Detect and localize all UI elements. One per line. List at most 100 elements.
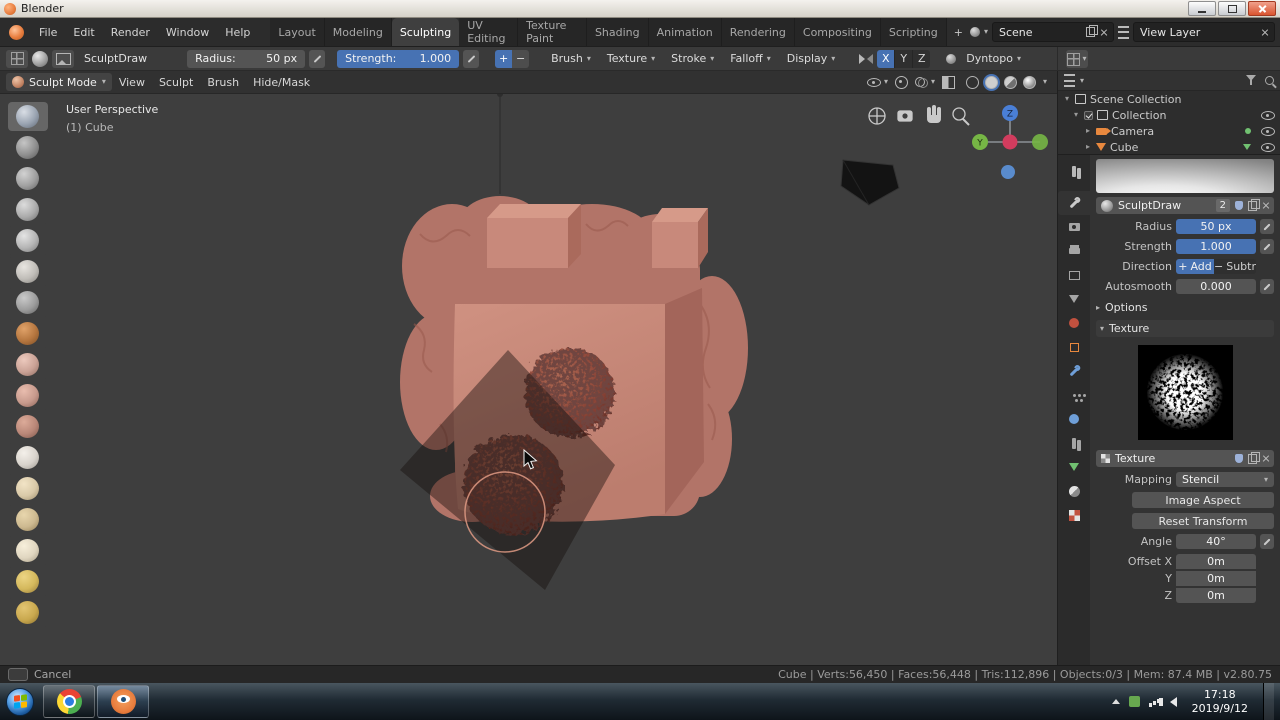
brush-blob-button[interactable] (7, 257, 48, 286)
collection-checkbox[interactable] (1084, 110, 1093, 120)
properties-tab-particles-icon[interactable] (1058, 383, 1090, 407)
properties-tab-render-icon[interactable] (1058, 215, 1090, 239)
brush-pose-button[interactable] (7, 598, 48, 627)
reset-transform-button[interactable]: Reset Transform (1132, 513, 1274, 529)
perspective-grid-icon[interactable] (868, 107, 886, 125)
menu-file[interactable]: File (31, 18, 65, 47)
falloff-dropdown[interactable]: Falloff ▾ (724, 50, 777, 68)
search-icon[interactable] (1265, 76, 1274, 85)
brush-clay-button[interactable] (7, 133, 48, 162)
outliner-row-collection[interactable]: ▾ Collection (1058, 107, 1280, 123)
close-icon[interactable] (1100, 29, 1107, 36)
unlink-icon[interactable] (1262, 455, 1269, 462)
brush-smooth-button[interactable] (7, 319, 48, 348)
expand-icon[interactable]: ▾ (1063, 95, 1071, 103)
brush-scrape-button[interactable] (7, 412, 48, 441)
brush-layer-button[interactable] (7, 195, 48, 224)
texture-dropdown[interactable]: Texture ▾ (601, 50, 661, 68)
editor-type-button[interactable]: ▾ (1066, 50, 1088, 68)
outliner-editor-icon[interactable] (1064, 74, 1075, 87)
dyntopo-dropdown[interactable]: Dyntopo ▾ (960, 50, 1027, 68)
brush-clay-strips-button[interactable] (7, 164, 48, 193)
eye-icon[interactable] (1261, 110, 1275, 120)
direction-add-toggle[interactable]: + (495, 49, 513, 68)
direction-add-button[interactable]: + Add (1176, 259, 1214, 274)
properties-editor-icon[interactable] (1058, 159, 1090, 183)
stroke-dropdown[interactable]: Stroke ▾ (665, 50, 720, 68)
radius-animate-icon[interactable] (309, 49, 326, 68)
brush-fill-button[interactable] (7, 381, 48, 410)
properties-tab-output-icon[interactable] (1058, 239, 1090, 263)
menu-view[interactable]: View (112, 76, 152, 89)
brush-flatten-button[interactable] (7, 350, 48, 379)
shading-dropdown-icon[interactable]: ▾ (1043, 78, 1047, 86)
properties-tab-constraints-icon[interactable] (1058, 431, 1090, 455)
xray-toggle[interactable] (941, 75, 955, 89)
taskbar-clock[interactable]: 17:18 2019/9/12 (1186, 688, 1254, 716)
camera-view-icon[interactable] (897, 110, 913, 122)
strength-animate-icon[interactable] (1260, 239, 1274, 254)
gizmos-toggle[interactable] (894, 75, 908, 89)
mirror-x-toggle[interactable]: X (877, 49, 896, 68)
strength-slider[interactable]: Strength: 1.000 (337, 49, 460, 68)
menu-sculpt[interactable]: Sculpt (152, 76, 200, 89)
brush-falloff-preview[interactable] (1096, 159, 1274, 193)
show-desktop-button[interactable] (1263, 683, 1274, 720)
eye-icon[interactable] (1261, 142, 1275, 152)
autosmooth-animate-icon[interactable] (1260, 279, 1274, 294)
outliner-row-camera[interactable]: ▸ Camera (1058, 123, 1280, 139)
properties-tab-world-icon[interactable] (1058, 311, 1090, 335)
sculpt-box-1[interactable] (487, 204, 581, 268)
chevron-down-icon[interactable]: ▾ (1080, 76, 1084, 85)
direction-subtract-button[interactable]: − Subtr (1214, 259, 1256, 274)
mode-selector[interactable]: Sculpt Mode ▾ (6, 73, 112, 91)
sculpt-box-2[interactable] (652, 208, 708, 268)
properties-tab-data-icon[interactable] (1058, 455, 1090, 479)
pan-hand-icon[interactable] (927, 105, 941, 123)
viewport-canvas[interactable]: Z Y (0, 94, 1057, 665)
tab-uv-editing[interactable]: UV Editing (459, 18, 519, 46)
blender-menu-icon[interactable] (9, 24, 24, 40)
copy-icon[interactable] (1248, 451, 1260, 464)
menu-hide-mask[interactable]: Hide/Mask (246, 76, 317, 89)
shading-material-icon[interactable] (1003, 75, 1017, 89)
menu-brush[interactable]: Brush (200, 76, 246, 89)
fake-user-icon[interactable] (1235, 201, 1243, 210)
brush-snake-hook-button[interactable] (7, 536, 48, 565)
taskbar-blender-button[interactable] (97, 685, 149, 718)
menu-render[interactable]: Render (103, 18, 158, 47)
3d-viewport[interactable]: Z Y User Perspective (1) Cube (0, 94, 1057, 665)
mirror-z-toggle[interactable]: Z (913, 49, 931, 68)
maximize-button[interactable] (1218, 1, 1246, 16)
expand-icon[interactable]: ▸ (1084, 127, 1092, 135)
tab-texture-paint[interactable]: Texture Paint (518, 18, 587, 46)
tool-grid-button[interactable] (6, 49, 28, 68)
close-icon[interactable] (1261, 29, 1268, 36)
properties-tab-modifiers-icon[interactable] (1058, 359, 1090, 383)
unlink-icon[interactable] (1262, 202, 1269, 209)
strength-slider[interactable]: 1.000 (1176, 239, 1256, 254)
close-button[interactable] (1248, 1, 1276, 16)
brush-pinch-button[interactable] (7, 443, 48, 472)
visibility-dropdown[interactable]: ▾ (866, 77, 888, 87)
texture-datablock-row[interactable]: Texture (1096, 450, 1274, 467)
copy-icon[interactable] (1086, 25, 1098, 37)
mapping-dropdown[interactable]: Stencil ▾ (1176, 472, 1274, 487)
shading-solid-icon[interactable] (984, 75, 998, 89)
tab-shading[interactable]: Shading (586, 18, 649, 46)
brush-grab-button[interactable] (7, 474, 48, 503)
mirror-y-toggle[interactable]: Y (895, 49, 914, 68)
brush-thumb-button[interactable] (7, 567, 48, 596)
start-button[interactable] (6, 687, 34, 716)
tab-scripting[interactable]: Scripting (880, 18, 947, 46)
properties-tab-material-icon[interactable] (1058, 479, 1090, 503)
scene-selector[interactable]: Scene (992, 22, 1114, 42)
autosmooth-slider[interactable]: 0.000 (1176, 279, 1256, 294)
angle-field[interactable]: 40° (1176, 534, 1256, 549)
fake-user-icon[interactable] (1235, 454, 1243, 463)
properties-tab-physics-icon[interactable] (1058, 407, 1090, 431)
add-workspace-button[interactable]: + (947, 18, 970, 46)
radius-animate-icon[interactable] (1260, 219, 1274, 234)
brush-draw-button[interactable] (7, 102, 48, 131)
tab-compositing[interactable]: Compositing (794, 18, 881, 46)
